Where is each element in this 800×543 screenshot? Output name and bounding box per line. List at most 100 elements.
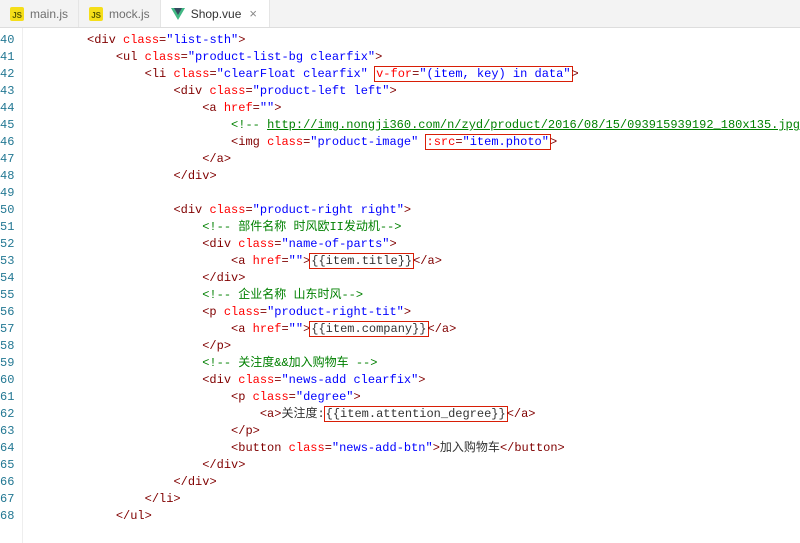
token: > <box>404 305 411 319</box>
token: = <box>245 84 252 98</box>
line-number: 66 <box>0 474 14 491</box>
close-icon[interactable]: × <box>247 6 259 21</box>
code-line[interactable]: <div class="list-sth"> <box>29 32 800 49</box>
line-number: 44 <box>0 100 14 117</box>
line-number: 60 <box>0 372 14 389</box>
line-number: 49 <box>0 185 14 202</box>
token: class <box>238 237 274 251</box>
token: 关注度: <box>281 407 324 421</box>
token: = <box>325 441 332 455</box>
token: class <box>253 390 289 404</box>
code-line[interactable]: <div class="product-right right"> <box>29 202 800 219</box>
line-number-gutter: 4041424344454647484950515253545556575859… <box>0 28 23 543</box>
tab-bar: JSmain.jsJSmock.js Shop.vue × <box>0 0 800 28</box>
token: = <box>281 322 288 336</box>
tab-shop-vue[interactable]: Shop.vue × <box>161 0 270 27</box>
token: = <box>289 390 296 404</box>
code-line[interactable]: <!-- 部件名称 时风欧II发动机--> <box>29 219 800 236</box>
token <box>217 305 224 319</box>
line-number: 56 <box>0 304 14 321</box>
token: class <box>209 84 245 98</box>
token: <a <box>231 322 245 336</box>
code-line[interactable]: <p class="degree"> <box>29 389 800 406</box>
tab-label: Shop.vue <box>191 7 242 21</box>
code-line[interactable]: </li> <box>29 491 800 508</box>
token: = <box>245 203 252 217</box>
code-line[interactable]: <a href=""> <box>29 100 800 117</box>
code-line[interactable]: <p class="product-right-tit"> <box>29 304 800 321</box>
line-number: 43 <box>0 83 14 100</box>
token: <div <box>87 33 116 47</box>
token: {{item.company}} <box>311 322 426 336</box>
vue-file-icon <box>171 8 185 20</box>
token: > <box>238 33 245 47</box>
token: </div> <box>173 169 216 183</box>
line-number: 61 <box>0 389 14 406</box>
token: > <box>404 203 411 217</box>
highlight-box: {{item.company}} <box>309 321 428 337</box>
code-editor[interactable]: 4041424344454647484950515253545556575859… <box>0 28 800 543</box>
token: {{item.title}} <box>311 254 412 268</box>
code-line[interactable]: </div> <box>29 270 800 287</box>
token: href <box>253 254 282 268</box>
code-line[interactable]: </p> <box>29 423 800 440</box>
line-number: 58 <box>0 338 14 355</box>
code-line[interactable]: <a href="">{{item.title}}</a> <box>29 253 800 270</box>
token <box>281 441 288 455</box>
token: <div <box>173 203 202 217</box>
token: > <box>572 67 579 81</box>
token: <div <box>173 84 202 98</box>
code-line[interactable]: <ul class="product-list-bg clearfix"> <box>29 49 800 66</box>
token: <li <box>145 67 167 81</box>
tab-main-js[interactable]: JSmain.js <box>0 0 79 27</box>
code-line[interactable]: <button class="news-add-btn">加入购物车</butt… <box>29 440 800 457</box>
token: </a> <box>202 152 231 166</box>
code-line[interactable]: <a href="">{{item.company}}</a> <box>29 321 800 338</box>
token: "news-add-btn" <box>332 441 433 455</box>
code-line[interactable]: </div> <box>29 474 800 491</box>
token <box>260 135 267 149</box>
token <box>245 390 252 404</box>
token: http://img.nongji360.com/n/zyd/product/2… <box>267 118 800 132</box>
code-line[interactable]: <div class="news-add clearfix"> <box>29 372 800 389</box>
token: <ul <box>116 50 138 64</box>
code-line[interactable]: <a>关注度:{{item.attention_degree}}</a> <box>29 406 800 423</box>
token: = <box>281 254 288 268</box>
code-line[interactable]: </div> <box>29 457 800 474</box>
code-line[interactable]: <div class="product-left left"> <box>29 83 800 100</box>
token: class <box>267 135 303 149</box>
token: <!-- 企业名称 山东时风--> <box>202 288 363 302</box>
line-number: 55 <box>0 287 14 304</box>
code-line[interactable]: <!-- 关注度&&加入购物车 --> <box>29 355 800 372</box>
token: <div <box>202 237 231 251</box>
token: v-for <box>376 67 412 81</box>
token: = <box>260 305 267 319</box>
code-line[interactable]: <!-- 企业名称 山东时风--> <box>29 287 800 304</box>
line-number: 67 <box>0 491 14 508</box>
token: <p <box>231 390 245 404</box>
code-line[interactable]: </ul> <box>29 508 800 525</box>
code-line[interactable]: </p> <box>29 338 800 355</box>
token: <!-- 部件名称 时风欧II发动机--> <box>202 220 401 234</box>
token: class <box>289 441 325 455</box>
token: </a> <box>507 407 536 421</box>
code-line[interactable] <box>29 185 800 202</box>
line-number: 59 <box>0 355 14 372</box>
code-area[interactable]: <div class="list-sth"> <ul class="produc… <box>23 28 800 543</box>
tab-mock-js[interactable]: JSmock.js <box>79 0 161 27</box>
code-line[interactable]: <li class="clearFloat clearfix" v-for="(… <box>29 66 800 83</box>
code-line[interactable]: <img class="product-image" :src="item.ph… <box>29 134 800 151</box>
code-line[interactable]: <div class="name-of-parts"> <box>29 236 800 253</box>
code-line[interactable]: </a> <box>29 151 800 168</box>
token: = <box>209 67 216 81</box>
line-number: 42 <box>0 66 14 83</box>
highlight-box: {{item.title}} <box>309 253 414 269</box>
token: > <box>418 373 425 387</box>
token: "list-sth" <box>166 33 238 47</box>
token: > <box>274 101 281 115</box>
token: </a> <box>413 254 442 268</box>
token: "" <box>289 322 303 336</box>
token: class <box>123 33 159 47</box>
code-line[interactable]: </div> <box>29 168 800 185</box>
code-line[interactable]: <!-- http://img.nongji360.com/n/zyd/prod… <box>29 117 800 134</box>
